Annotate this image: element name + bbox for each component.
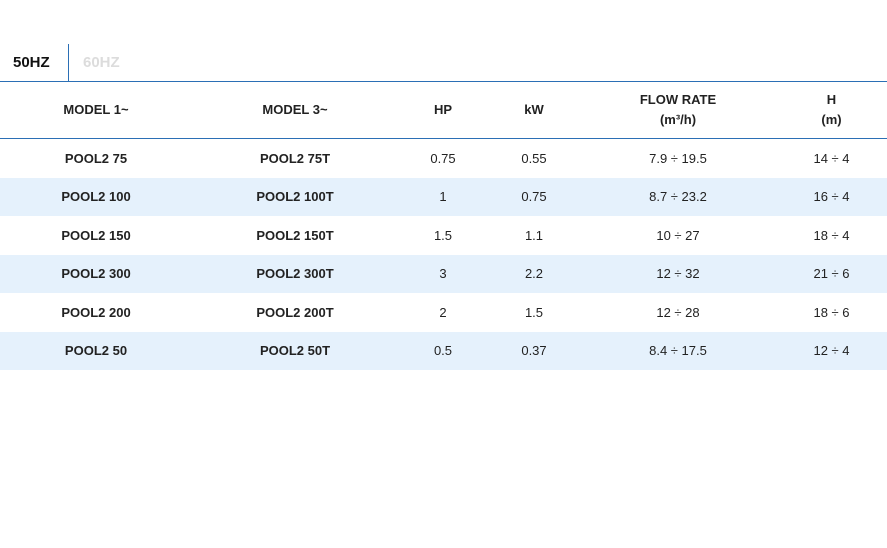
cell-flow-rate: 12 ÷ 28 xyxy=(656,304,700,320)
cell-head: 16 ÷ 4 xyxy=(813,189,850,205)
tab-60hz[interactable]: 60HZ xyxy=(69,44,120,81)
cell-head: 14 ÷ 4 xyxy=(813,150,850,166)
header-model-3: MODEL 3~ xyxy=(262,102,328,117)
cell-model-1: POOL2 100 xyxy=(61,189,131,205)
cell-model-1: POOL2 200 xyxy=(61,304,131,320)
cell-model-1: POOL2 300 xyxy=(61,266,131,282)
header-head-unit: (m) xyxy=(821,112,842,127)
table-row: POOL2 100 POOL2 100T 1 0.75 8.7 ÷ 23.2 1… xyxy=(0,177,887,216)
cell-hp: 0.75 xyxy=(430,150,456,166)
table-row: POOL2 200 POOL2 200T 2 1.5 12 ÷ 28 18 ÷ … xyxy=(0,293,887,332)
header-head: H (m) xyxy=(776,82,887,139)
header-hp: HP xyxy=(433,102,453,117)
specs-table: MODEL 1~ MODEL 3~ HP kW FLOW RATE (m³/h)… xyxy=(0,81,887,370)
cell-flow-rate: 10 ÷ 27 xyxy=(656,227,700,243)
cell-hp: 3 xyxy=(439,266,447,282)
table-header: MODEL 1~ MODEL 3~ HP kW FLOW RATE (m³/h)… xyxy=(0,81,887,139)
cell-head: 18 ÷ 6 xyxy=(813,304,850,320)
cell-kw: 0.55 xyxy=(521,150,547,166)
cell-flow-rate: 8.7 ÷ 23.2 xyxy=(649,189,707,205)
header-flow-rate-label: FLOW RATE xyxy=(639,92,717,107)
cell-flow-rate: 12 ÷ 32 xyxy=(656,266,700,282)
cell-flow-rate: 7.9 ÷ 19.5 xyxy=(649,150,707,166)
header-head-label: H xyxy=(826,92,837,107)
table-body: POOL2 75 POOL2 75T 0.75 0.55 7.9 ÷ 19.5 … xyxy=(0,138,887,370)
cell-model-3: POOL2 100T xyxy=(256,189,334,205)
cell-flow-rate: 8.4 ÷ 17.5 xyxy=(649,343,707,359)
tab-50hz[interactable]: 50HZ xyxy=(0,44,69,81)
cell-head: 18 ÷ 4 xyxy=(813,227,850,243)
specs-table-container: MODEL 1~ MODEL 3~ HP kW FLOW RATE (m³/h)… xyxy=(0,81,887,370)
table-row: POOL2 150 POOL2 150T 1.5 1.1 10 ÷ 27 18 … xyxy=(0,216,887,255)
cell-model-1: POOL2 150 xyxy=(61,227,131,243)
table-row: POOL2 50 POOL2 50T 0.5 0.37 8.4 ÷ 17.5 1… xyxy=(0,331,887,370)
cell-model-1: POOL2 75 xyxy=(64,150,128,166)
cell-kw: 1.1 xyxy=(524,227,544,243)
cell-model-3: POOL2 150T xyxy=(256,227,334,243)
cell-model-1: POOL2 50 xyxy=(64,343,128,359)
frequency-tabs: 50HZ 60HZ xyxy=(0,44,120,81)
cell-kw: 0.75 xyxy=(521,189,547,205)
cell-hp: 1 xyxy=(439,189,447,205)
table-row: POOL2 75 POOL2 75T 0.75 0.55 7.9 ÷ 19.5 … xyxy=(0,138,887,178)
cell-model-3: POOL2 75T xyxy=(259,150,331,166)
cell-hp: 1.5 xyxy=(433,227,453,243)
cell-kw: 2.2 xyxy=(524,266,544,282)
cell-head: 12 ÷ 4 xyxy=(813,343,850,359)
header-flow-rate: FLOW RATE (m³/h) xyxy=(580,82,776,139)
cell-head: 21 ÷ 6 xyxy=(813,266,850,282)
cell-model-3: POOL2 300T xyxy=(256,266,334,282)
cell-model-3: POOL2 200T xyxy=(256,304,334,320)
header-kw: kW xyxy=(524,102,544,117)
header-flow-rate-unit: (m³/h) xyxy=(659,112,697,127)
cell-hp: 2 xyxy=(439,304,447,320)
header-model-1: MODEL 1~ xyxy=(63,102,129,117)
table-row: POOL2 300 POOL2 300T 3 2.2 12 ÷ 32 21 ÷ … xyxy=(0,254,887,293)
cell-hp: 0.5 xyxy=(433,343,453,359)
cell-model-3: POOL2 50T xyxy=(259,343,331,359)
header-row: MODEL 1~ MODEL 3~ HP kW FLOW RATE (m³/h)… xyxy=(0,81,887,139)
cell-kw: 0.37 xyxy=(521,343,547,359)
cell-kw: 1.5 xyxy=(524,304,544,320)
